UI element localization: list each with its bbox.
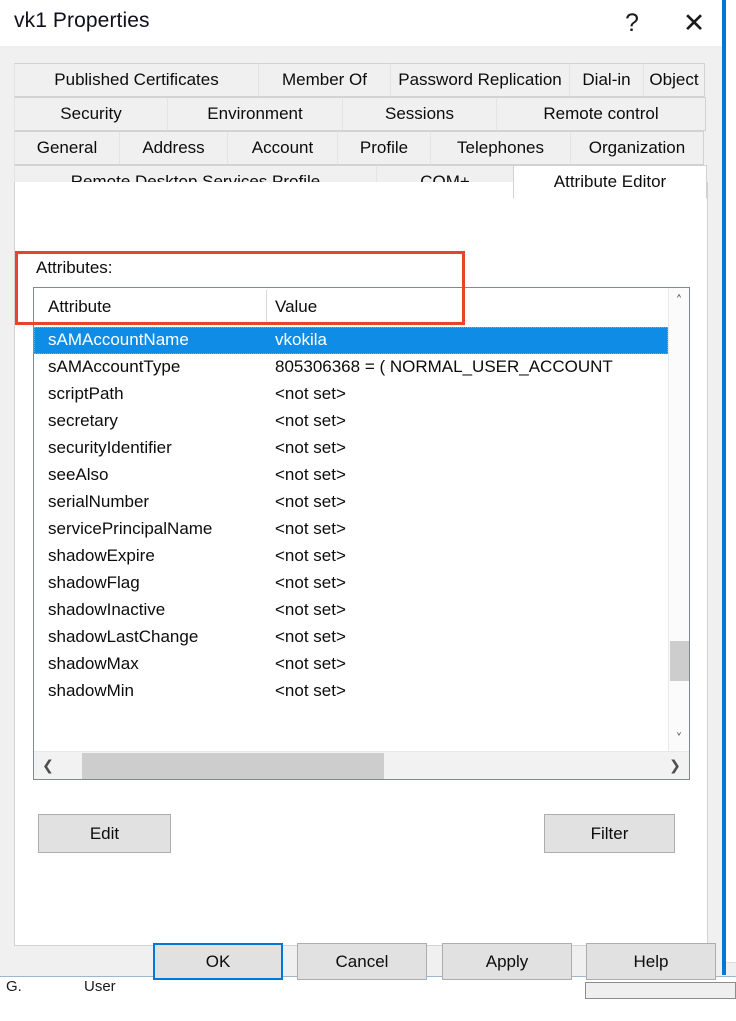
attribute-name-cell: securityIdentifier <box>48 438 172 457</box>
dialog-title: vk1 Properties <box>14 9 150 32</box>
attributes-section-label: Attributes: <box>36 258 113 277</box>
attributes-column-headers: Attribute Value <box>34 288 668 328</box>
titlebar-close-button[interactable]: ✕ <box>666 0 722 46</box>
scroll-up-arrow-icon[interactable]: ˄ <box>669 290 689 312</box>
tab-published-certificates[interactable]: Published Certificates <box>14 63 259 97</box>
attribute-value-cell: <not set> <box>275 519 346 538</box>
attribute-row[interactable]: servicePrincipalName <not set> <box>34 516 668 543</box>
tab-account[interactable]: Account <box>227 131 338 165</box>
tab-security[interactable]: Security <box>14 97 168 131</box>
column-divider[interactable] <box>266 290 267 325</box>
attributes-listbox[interactable]: Attribute Value sAMAccountName vkokila sAM… <box>33 287 690 780</box>
attributes-rows: sAMAccountName vkokila sAMAccountType 80530… <box>34 327 668 705</box>
tab-general[interactable]: General <box>14 131 120 165</box>
tab-password-replication[interactable]: Password Replication <box>390 63 570 97</box>
attribute-name-cell: shadowLastChange <box>48 627 199 646</box>
attribute-row[interactable]: shadowMax <not set> <box>34 651 668 678</box>
attribute-value-cell: <not set> <box>275 492 346 511</box>
attribute-value-cell: <not set> <box>275 411 346 430</box>
dialog-titlebar: vk1 Properties ? ✕ <box>0 0 722 46</box>
column-header-value[interactable]: Value <box>275 297 317 317</box>
attribute-row[interactable]: securityIdentifier <not set> <box>34 435 668 462</box>
attribute-value-cell: <not set> <box>275 654 346 673</box>
tab-strip: Published Certificates Member Of Password … <box>14 63 708 199</box>
attribute-name-cell: sAMAccountName <box>48 330 189 349</box>
close-icon: ✕ <box>682 7 706 39</box>
attribute-value-cell: <not set> <box>275 573 346 592</box>
attribute-name-cell: serialNumber <box>48 492 150 511</box>
attribute-row[interactable]: seeAlso <not set> <box>34 462 668 489</box>
attribute-row[interactable]: shadowExpire <not set> <box>34 543 668 570</box>
tab-address[interactable]: Address <box>119 131 228 165</box>
properties-dialog: vk1 Properties ? ✕ Published Certificate… <box>0 0 726 980</box>
attribute-value-cell: <not set> <box>275 438 346 457</box>
tab-profile[interactable]: Profile <box>337 131 431 165</box>
attribute-row[interactable]: shadowLastChange <not set> <box>34 624 668 651</box>
attributes-list-viewport: Attribute Value sAMAccountName vkokila sAM… <box>34 288 668 752</box>
tab-object[interactable]: Object <box>643 63 705 97</box>
tab-member-of[interactable]: Member Of <box>258 63 391 97</box>
attribute-row[interactable]: shadowFlag <not set> <box>34 570 668 597</box>
attribute-row[interactable]: sAMAccountType 805306368 = ( NORMAL_USER_… <box>34 354 668 381</box>
tab-attribute-editor[interactable]: Attribute Editor <box>513 165 707 199</box>
ok-button[interactable]: OK <box>153 943 283 980</box>
apply-button[interactable]: Apply <box>442 943 572 980</box>
attribute-value-cell: 805306368 = ( NORMAL_USER_ACCOUNT <box>275 357 613 376</box>
attribute-value-cell: <not set> <box>275 627 346 646</box>
attribute-row[interactable]: scriptPath <not set> <box>34 381 668 408</box>
attribute-row[interactable]: shadowInactive <not set> <box>34 597 668 624</box>
attribute-name-cell: scriptPath <box>48 384 124 403</box>
attribute-value-cell: <not set> <box>275 465 346 484</box>
tab-telephones[interactable]: Telephones <box>430 131 571 165</box>
horizontal-scrollbar[interactable]: ❮ ❯ <box>34 751 689 779</box>
tab-organization[interactable]: Organization <box>570 131 704 165</box>
attribute-value-cell: <not set> <box>275 384 346 403</box>
attribute-value-cell: <not set> <box>275 546 346 565</box>
tab-environment[interactable]: Environment <box>167 97 343 131</box>
attribute-name-cell: shadowFlag <box>48 573 140 592</box>
tab-row-1: Published Certificates Member Of Password … <box>14 63 708 97</box>
edit-button[interactable]: Edit <box>38 814 171 853</box>
vertical-scrollbar[interactable]: ˄ ˅ <box>668 288 689 752</box>
scroll-right-arrow-icon[interactable]: ❯ <box>662 752 688 779</box>
attribute-row[interactable]: serialNumber <not set> <box>34 489 668 516</box>
attribute-name-cell: secretary <box>48 411 118 430</box>
tab-row-2: Security Environment Sessions Remote contro… <box>14 97 708 131</box>
dialog-action-bar: OK Cancel Apply Help <box>0 932 722 1021</box>
attribute-name-cell: shadowMax <box>48 654 139 673</box>
vertical-scrollbar-thumb[interactable] <box>670 641 689 681</box>
attribute-name-cell: shadowExpire <box>48 546 155 565</box>
cancel-button[interactable]: Cancel <box>297 943 427 980</box>
tab-sessions[interactable]: Sessions <box>342 97 497 131</box>
attribute-name-cell: seeAlso <box>48 465 109 484</box>
filter-button[interactable]: Filter <box>544 814 675 853</box>
attribute-name-cell: sAMAccountType <box>48 357 181 376</box>
attribute-value-cell: <not set> <box>275 681 346 700</box>
attribute-name-cell: shadowInactive <box>48 600 166 619</box>
titlebar-help-button[interactable]: ? <box>604 0 660 46</box>
scroll-left-arrow-icon[interactable]: ❮ <box>35 752 61 779</box>
attribute-value-cell: <not set> <box>275 600 346 619</box>
column-header-attribute[interactable]: Attribute <box>48 297 111 317</box>
attribute-name-cell: servicePrincipalName <box>48 519 213 538</box>
dialog-body: Published Certificates Member Of Password … <box>0 46 722 980</box>
tab-dial-in[interactable]: Dial-in <box>569 63 644 97</box>
attribute-value-cell: vkokila <box>275 330 327 349</box>
attribute-name-cell: shadowMin <box>48 681 134 700</box>
attribute-editor-panel: Attributes: Attribute Value sAMAccountNa… <box>14 182 708 946</box>
scroll-down-arrow-icon[interactable]: ˅ <box>669 728 689 750</box>
horizontal-scrollbar-thumb[interactable] <box>82 753 384 779</box>
tab-remote-control[interactable]: Remote control <box>496 97 706 131</box>
attribute-row[interactable]: shadowMin <not set> <box>34 678 668 705</box>
help-button[interactable]: Help <box>586 943 716 980</box>
tab-row-3: General Address Account Profile Telephones Or… <box>14 131 708 165</box>
attribute-row[interactable]: sAMAccountName vkokila <box>34 327 668 354</box>
question-mark-icon: ? <box>625 8 639 37</box>
attribute-row[interactable]: secretary <not set> <box>34 408 668 435</box>
